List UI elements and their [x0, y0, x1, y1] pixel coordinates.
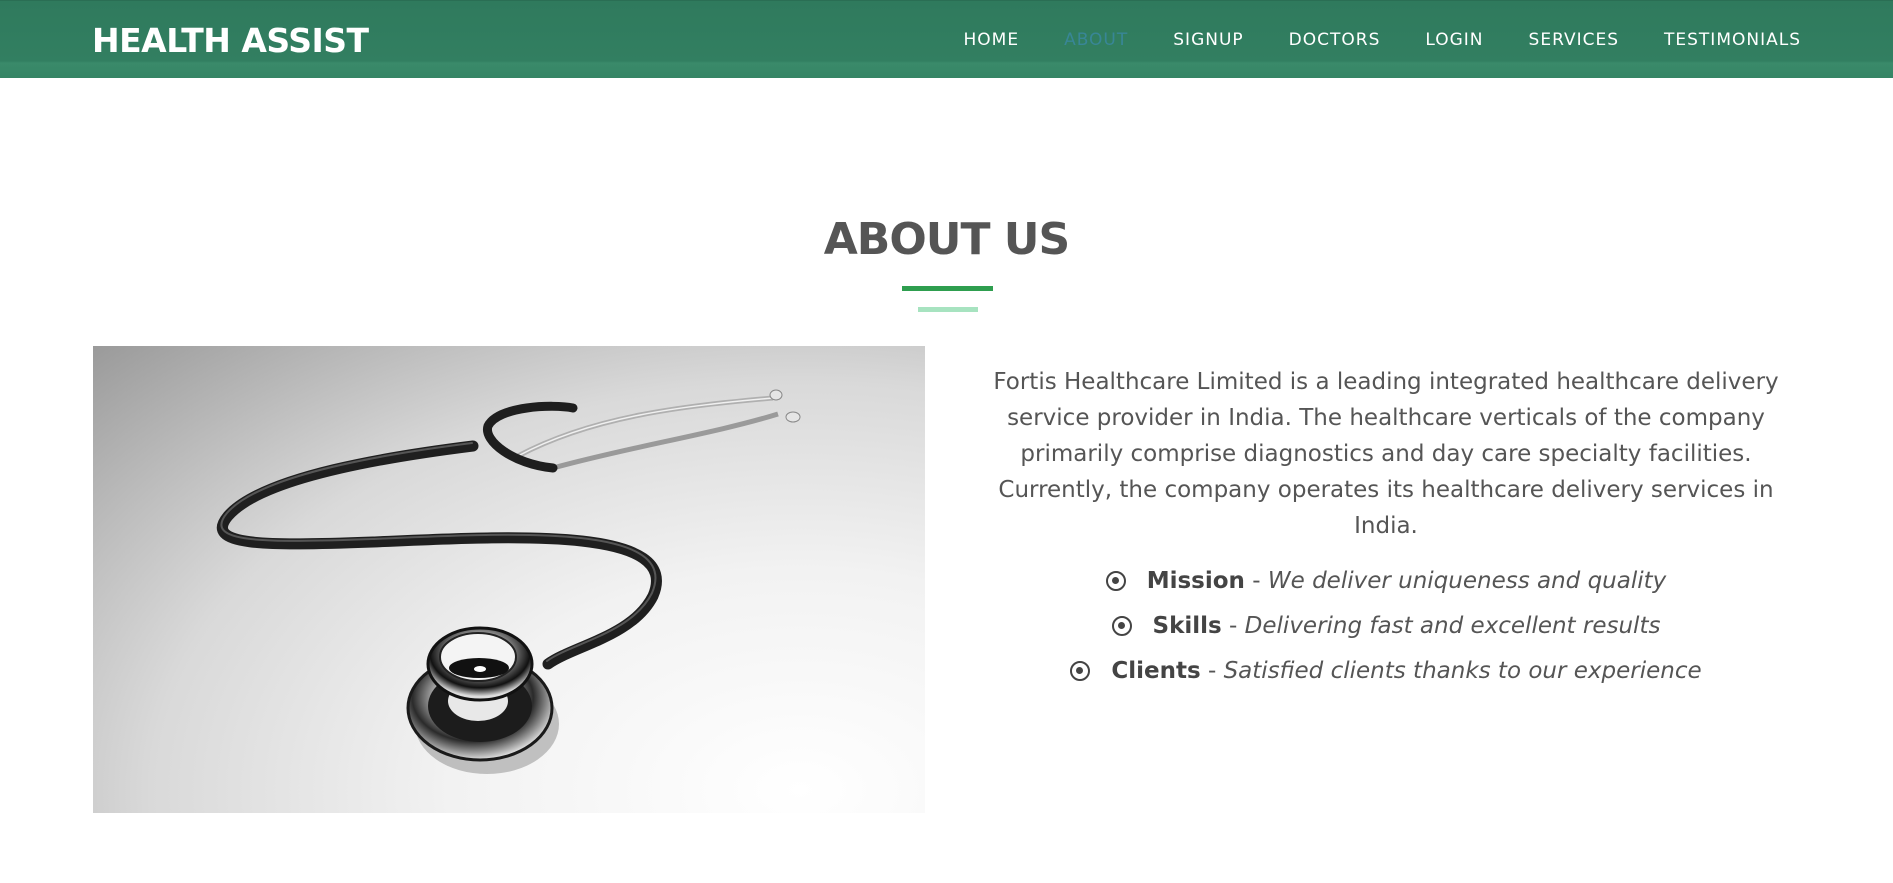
list-item: Skills - Delivering fast and excellent r…	[970, 603, 1802, 648]
list-item: Clients - Satisfied clients thanks to ou…	[970, 648, 1802, 693]
feature-name: Skills	[1152, 612, 1222, 639]
navbar: HEALTH ASSIST HOME ABOUT SIGNUP DOCTORS …	[0, 0, 1893, 78]
section-title: ABOUT US	[823, 214, 1070, 265]
feature-description: We deliver uniqueness and quality	[1267, 567, 1667, 594]
feature-separator: -	[1200, 657, 1224, 684]
feature-separator: -	[1244, 567, 1268, 594]
nav-services[interactable]: SERVICES	[1529, 30, 1619, 50]
feature-name: Mission	[1146, 567, 1245, 594]
dot-circle-icon	[1105, 570, 1126, 591]
feature-description: Delivering fast and excellent results	[1244, 612, 1661, 639]
nav-home[interactable]: HOME	[963, 30, 1019, 50]
nav-testimonials[interactable]: TESTIMONIALS	[1664, 30, 1801, 50]
nav-signup[interactable]: SIGNUP	[1173, 30, 1243, 50]
about-paragraph: Fortis Healthcare Limited is a leading i…	[993, 369, 1779, 539]
features-list: Mission - We deliver uniqueness and qual…	[970, 558, 1802, 693]
feature-description: Satisfied clients thanks to our experien…	[1223, 657, 1702, 684]
list-item: Mission - We deliver uniqueness and qual…	[970, 558, 1802, 603]
dot-circle-icon	[1111, 615, 1132, 636]
brand-logo[interactable]: HEALTH ASSIST	[92, 21, 369, 60]
nav-about[interactable]: ABOUT	[1064, 30, 1128, 50]
feature-separator: -	[1221, 612, 1245, 639]
title-divider	[902, 286, 993, 291]
stethoscope-icon	[216, 389, 801, 774]
stethoscope-image	[93, 346, 925, 813]
nav-doctors[interactable]: DOCTORS	[1289, 30, 1381, 50]
nav-links: HOME ABOUT SIGNUP DOCTORS LOGIN SERVICES…	[918, 30, 1801, 50]
dot-circle-icon	[1070, 660, 1091, 681]
nav-login[interactable]: LOGIN	[1425, 30, 1483, 50]
feature-name: Clients	[1111, 657, 1201, 684]
title-divider-accent	[918, 307, 978, 312]
